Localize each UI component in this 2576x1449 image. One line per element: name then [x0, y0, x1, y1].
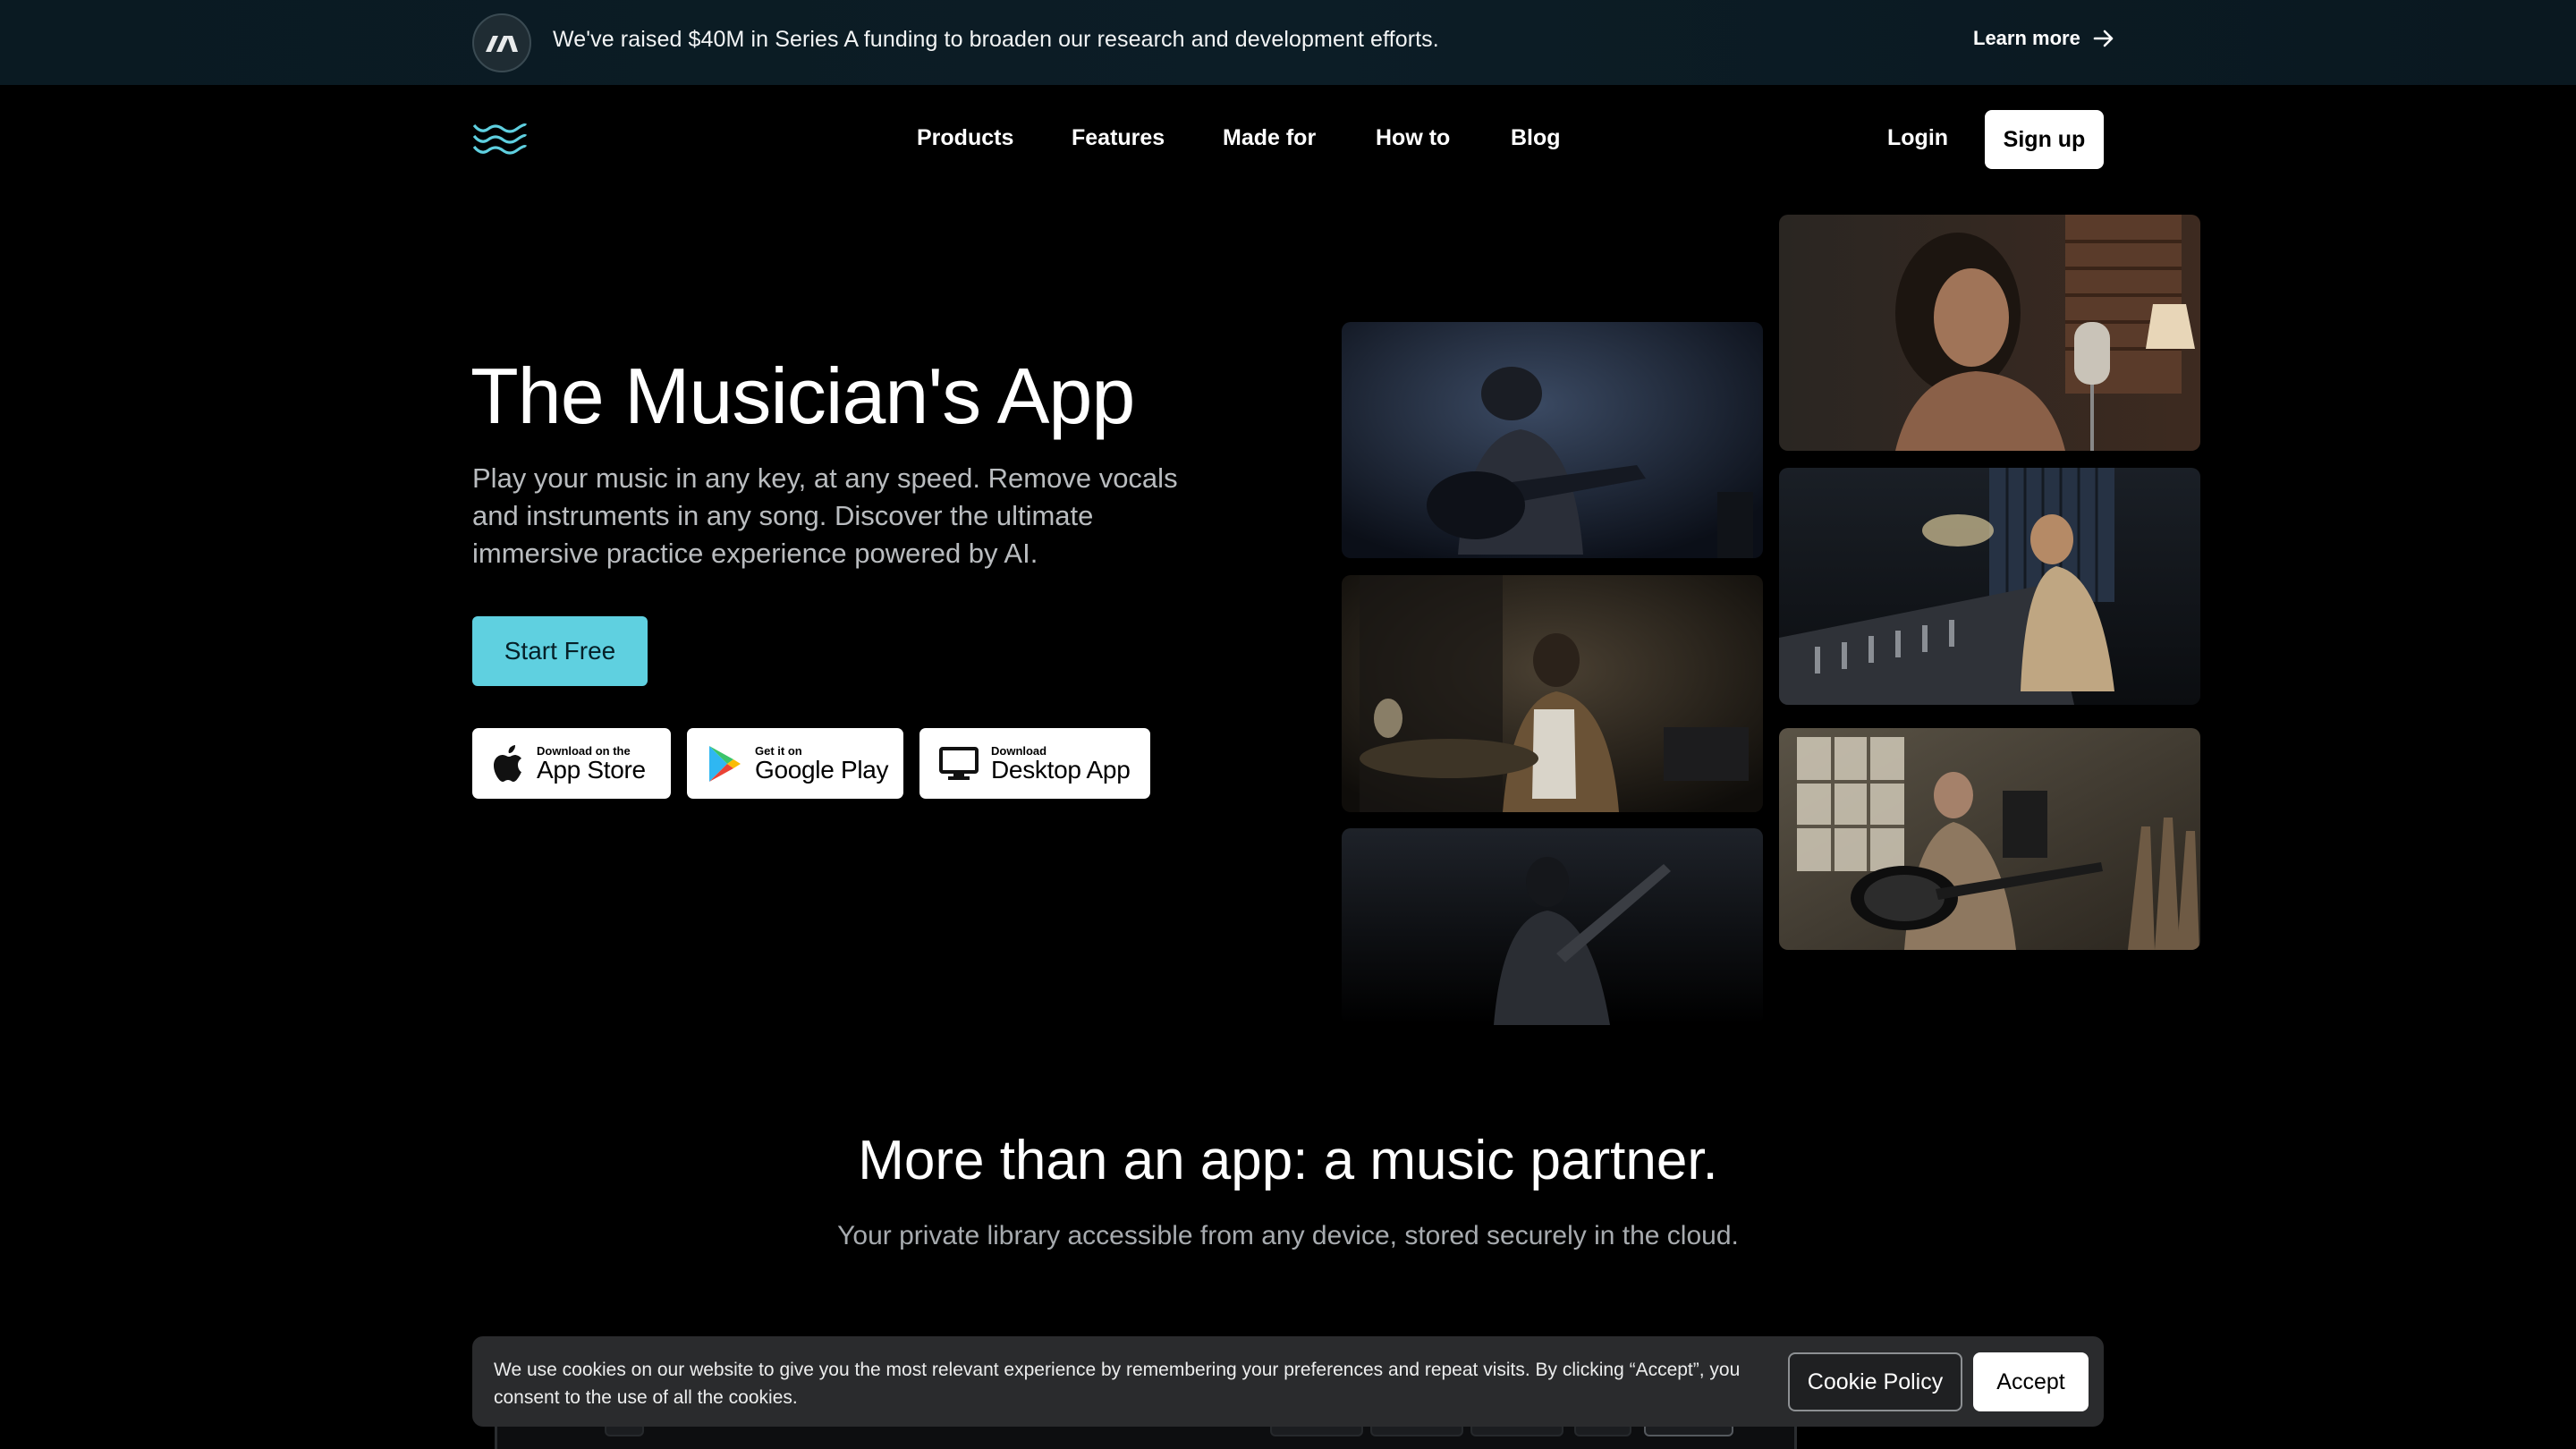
- apple-icon: [494, 744, 521, 782]
- section-subtitle: Your private library accessible from any…: [837, 1221, 1739, 1250]
- wave-logo-icon[interactable]: [472, 122, 528, 156]
- desktop-app-button[interactable]: Download Desktop App: [919, 728, 1150, 799]
- nav-made-for[interactable]: Made for: [1223, 125, 1316, 151]
- app-store-button[interactable]: Download on the App Store: [472, 728, 671, 799]
- photo-studio-guitarist: [1779, 728, 2200, 950]
- google-play-button[interactable]: Get it on Google Play: [687, 728, 903, 799]
- login-link[interactable]: Login: [1887, 125, 1948, 151]
- desktop-monitor-icon: [939, 746, 979, 780]
- announcement-text: We've raised $40M in Series A funding to…: [553, 27, 1439, 52]
- section-title: More than an app: a music partner.: [858, 1130, 1718, 1191]
- photo-drummer: [1342, 575, 1763, 812]
- accept-cookies-button[interactable]: Accept: [1973, 1352, 2089, 1411]
- google-play-label: Google Play: [755, 755, 889, 784]
- signup-button[interactable]: Sign up: [1985, 110, 2104, 169]
- nav-how-to[interactable]: How to: [1376, 125, 1450, 151]
- cookie-banner: We use cookies on our website to give yo…: [472, 1336, 2104, 1427]
- learn-more-label: Learn more: [1973, 27, 2080, 49]
- learn-more-link[interactable]: Learn more: [1973, 27, 2114, 50]
- cookie-text: We use cookies on our website to give yo…: [494, 1360, 1741, 1408]
- photo-producer: [1779, 468, 2200, 705]
- start-free-button[interactable]: Start Free: [472, 616, 648, 686]
- photo-guitarist: [1342, 322, 1763, 558]
- nav-features[interactable]: Features: [1072, 125, 1165, 151]
- cookie-policy-button[interactable]: Cookie Policy: [1788, 1352, 1962, 1411]
- hero-title: The Musician's App: [470, 352, 1135, 440]
- nav-blog[interactable]: Blog: [1511, 125, 1561, 151]
- photo-singer: [1779, 215, 2200, 451]
- nav-products[interactable]: Products: [917, 125, 1013, 151]
- company-mark-icon: [472, 13, 531, 72]
- app-store-label: App Store: [537, 755, 646, 784]
- arrow-right-icon: [2093, 30, 2114, 47]
- announcement-bar: We've raised $40M in Series A funding to…: [0, 0, 2576, 85]
- google-play-icon: [709, 745, 741, 782]
- desktop-app-label: Desktop App: [991, 755, 1131, 784]
- photo-bassist: [1342, 828, 1763, 1025]
- hero-subtitle: Play your music in any key, at any speed…: [472, 462, 1178, 569]
